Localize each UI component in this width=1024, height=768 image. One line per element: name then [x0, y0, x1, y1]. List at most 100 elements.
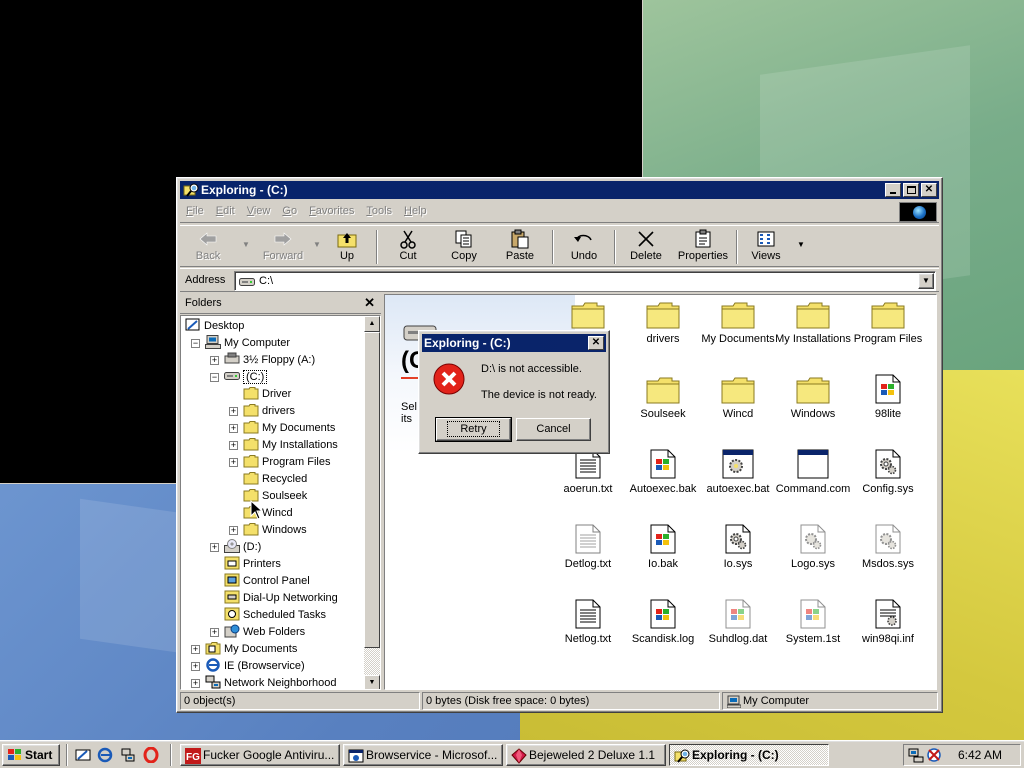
close-button[interactable]: ✕	[921, 183, 937, 197]
file-item[interactable]: Msdos.sys	[845, 522, 931, 571]
file-item[interactable]: drivers	[620, 297, 706, 346]
tree-item[interactable]: Program Files	[243, 454, 330, 471]
file-item[interactable]: Io.sys	[695, 522, 781, 571]
undo-button[interactable]: Undo	[564, 228, 604, 266]
tree-item[interactable]: Scheduled Tasks	[224, 607, 326, 624]
file-item[interactable]: win98qi.inf	[845, 597, 931, 646]
tree-item[interactable]: drivers	[243, 403, 295, 420]
tree-expand-icon[interactable]: +	[191, 662, 200, 671]
menu-view[interactable]: View	[241, 201, 277, 217]
show-desktop-icon[interactable]	[75, 747, 91, 763]
tree-item[interactable]: IE (Browservice)	[205, 658, 305, 675]
folders-pane-close-icon[interactable]: ✕	[364, 295, 375, 311]
cut-button[interactable]: Cut	[388, 228, 428, 266]
minimize-button[interactable]	[885, 183, 901, 197]
taskbar-button-exploring[interactable]: Exploring - (C:)	[669, 744, 829, 766]
tree-collapse-icon[interactable]: −	[191, 339, 200, 348]
maximize-button[interactable]	[903, 183, 919, 197]
file-item[interactable]: My Documents	[695, 297, 781, 346]
scheduler-icon[interactable]	[926, 747, 942, 766]
tree-item[interactable]: My Computer	[205, 335, 290, 352]
explorer-titlebar[interactable]: Exploring - (C:) ✕	[180, 181, 939, 199]
file-item[interactable]: Scandisk.log	[620, 597, 706, 646]
tree-expand-icon[interactable]: +	[191, 645, 200, 654]
tree-item[interactable]: Recycled	[243, 471, 307, 488]
file-item[interactable]: aoerun.txt	[545, 447, 631, 496]
scroll-down-button[interactable]: ▼	[364, 675, 380, 689]
tree-item[interactable]: My Documents	[205, 641, 297, 658]
tree-expand-icon[interactable]: +	[229, 458, 238, 467]
error-dialog[interactable]: Exploring - (C:) ✕ D:\ is not accessible…	[418, 330, 610, 454]
tree-expand-icon[interactable]: +	[191, 679, 200, 688]
file-item[interactable]: Logo.sys	[770, 522, 856, 571]
tree-item[interactable]: My Documents	[243, 420, 335, 437]
tree-item[interactable]: (D:)	[224, 539, 261, 556]
tree-item[interactable]: Windows	[243, 522, 307, 539]
tree-vertical-scrollbar[interactable]: ▲ ▼	[364, 316, 380, 689]
cancel-button[interactable]: Cancel	[516, 418, 591, 441]
up-button[interactable]: Up	[328, 228, 366, 266]
tree-expand-icon[interactable]: +	[229, 526, 238, 535]
forward-button[interactable]: Forward	[256, 228, 310, 266]
address-dropdown-button[interactable]: ▼	[918, 273, 934, 289]
menu-file[interactable]: File	[180, 201, 210, 217]
tree-expand-icon[interactable]: +	[229, 424, 238, 433]
opera-icon[interactable]	[143, 746, 159, 764]
paste-button[interactable]: Paste	[498, 228, 542, 266]
tree-expand-icon[interactable]: +	[210, 356, 219, 365]
internet-explorer-icon[interactable]	[97, 747, 113, 763]
tree-item[interactable]: Network Neighborhood	[205, 675, 337, 689]
forward-dropdown-icon[interactable]: ▼	[313, 240, 321, 249]
taskbar-button-antivirus[interactable]: FG Fucker Google Antiviru...	[180, 744, 340, 766]
file-item[interactable]	[545, 297, 631, 333]
tree-item[interactable]: Printers	[224, 556, 281, 573]
tree-item[interactable]: Driver	[243, 386, 291, 403]
address-combobox[interactable]: C:\ ▼	[234, 271, 936, 291]
tree-item[interactable]: (C:)	[224, 369, 268, 386]
file-item[interactable]: Wincd	[695, 372, 781, 421]
file-item[interactable]: Command.com	[770, 447, 856, 496]
file-item[interactable]: My Installations	[770, 297, 856, 346]
folder-tree[interactable]: ▲ ▼ Desktop − My Computer +3½ Floppy (A:) −(…	[180, 315, 381, 690]
menu-edit[interactable]: Edit	[210, 201, 241, 217]
file-item[interactable]: Netlog.txt	[545, 597, 631, 646]
taskbar-clock[interactable]: 6:42 AM	[958, 748, 1002, 762]
tree-item[interactable]: Control Panel	[224, 573, 310, 590]
scroll-up-button[interactable]: ▲	[364, 316, 380, 332]
file-item[interactable]: System.1st	[770, 597, 856, 646]
views-button[interactable]: Views	[746, 228, 786, 266]
file-item[interactable]: Suhdlog.dat	[695, 597, 781, 646]
tree-expand-icon[interactable]: +	[210, 628, 219, 637]
menu-favorites[interactable]: Favorites	[303, 201, 360, 217]
tree-item[interactable]: Desktop	[185, 318, 244, 335]
views-dropdown-icon[interactable]: ▼	[797, 240, 805, 249]
file-item[interactable]: Autoexec.bak	[620, 447, 706, 496]
back-dropdown-icon[interactable]: ▼	[242, 240, 250, 249]
tree-item[interactable]: My Installations	[243, 437, 338, 454]
delete-button[interactable]: Delete	[626, 228, 666, 266]
dialog-close-button[interactable]: ✕	[588, 336, 604, 350]
network-icon[interactable]	[120, 747, 136, 763]
menu-go[interactable]: Go	[276, 201, 303, 217]
tree-collapse-icon[interactable]: −	[210, 373, 219, 382]
tree-expand-icon[interactable]: +	[229, 441, 238, 450]
file-item[interactable]: Soulseek	[620, 372, 706, 421]
properties-button[interactable]: Properties	[674, 228, 732, 266]
back-button[interactable]: Back	[186, 228, 230, 266]
taskbar-button-bejeweled[interactable]: Bejeweled 2 Deluxe 1.1	[506, 744, 666, 766]
tree-item[interactable]: Dial-Up Networking	[224, 590, 338, 607]
menu-help[interactable]: Help	[398, 201, 433, 217]
file-item[interactable]: autoexec.bat	[695, 447, 781, 496]
menu-tools[interactable]: Tools	[360, 201, 398, 217]
file-item[interactable]: Config.sys	[845, 447, 931, 496]
copy-button[interactable]: Copy	[444, 228, 484, 266]
file-item[interactable]: Windows	[770, 372, 856, 421]
tree-expand-icon[interactable]: +	[229, 407, 238, 416]
tree-item[interactable]: 3½ Floppy (A:)	[224, 352, 315, 369]
file-item[interactable]: Program Files	[845, 297, 931, 346]
retry-button[interactable]: Retry	[435, 417, 512, 442]
file-item[interactable]: Io.bak	[620, 522, 706, 571]
dialog-titlebar[interactable]: Exploring - (C:) ✕	[422, 334, 606, 352]
taskbar-button-browservice[interactable]: Browservice - Microsof...	[343, 744, 503, 766]
tree-expand-icon[interactable]: +	[210, 543, 219, 552]
